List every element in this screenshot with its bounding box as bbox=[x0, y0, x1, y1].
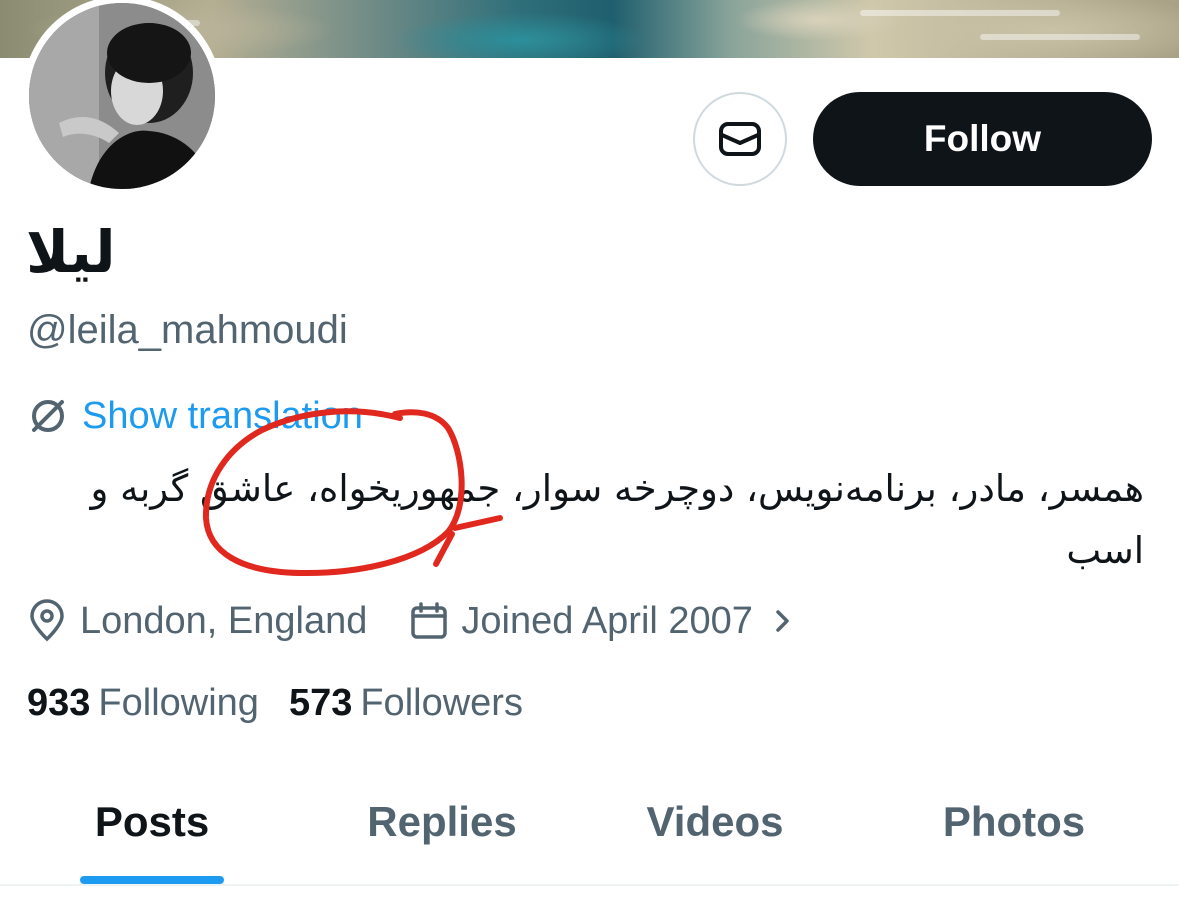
location: London, England bbox=[26, 599, 367, 643]
follow-stats: 933 Following 573 Followers bbox=[27, 682, 523, 725]
translate-icon bbox=[32, 400, 64, 432]
show-translation-label[interactable]: Show translation bbox=[82, 395, 363, 438]
tab-videos[interactable]: Videos bbox=[603, 780, 827, 884]
banner-cloud bbox=[860, 10, 1060, 16]
tabs-divider bbox=[0, 884, 1179, 886]
location-pin-icon bbox=[30, 599, 64, 642]
avatar-portrait bbox=[29, 3, 215, 189]
display-name: ليلا bbox=[26, 218, 116, 286]
avatar-photo bbox=[29, 3, 215, 189]
envelope-icon bbox=[719, 122, 761, 156]
tab-posts[interactable]: Posts bbox=[40, 780, 264, 884]
tab-replies[interactable]: Replies bbox=[330, 780, 554, 884]
followers-label: Followers bbox=[360, 682, 523, 724]
message-button[interactable] bbox=[693, 92, 787, 186]
show-translation-link[interactable]: Show translation bbox=[26, 394, 363, 438]
avatar[interactable] bbox=[22, 0, 222, 196]
following-count: 933 bbox=[27, 682, 91, 724]
following-link[interactable]: 933 Following bbox=[27, 682, 259, 725]
profile-bio: همسر، مادر، برنامه‌نویس، دوچرخه سوار، جم… bbox=[90, 467, 1145, 572]
user-handle[interactable]: @leila_mahmoudi bbox=[27, 308, 348, 353]
profile-meta: London, England Joined April 2007 bbox=[26, 596, 795, 646]
joined-text: Joined April 2007 bbox=[461, 599, 753, 642]
joined-date: Joined April 2007 bbox=[409, 600, 795, 643]
followers-count: 573 bbox=[288, 682, 353, 724]
followers-link[interactable]: 573 Followers bbox=[289, 682, 523, 725]
profile-tabs: Posts Replies Videos Photos bbox=[0, 780, 1179, 884]
tab-photos[interactable]: Photos bbox=[902, 780, 1126, 884]
following-label: Following bbox=[98, 682, 259, 724]
follow-button[interactable]: Follow bbox=[813, 92, 1152, 186]
location-text: London, England bbox=[80, 599, 368, 642]
chevron-right-icon[interactable] bbox=[771, 606, 795, 636]
calendar-icon bbox=[411, 602, 448, 639]
banner-cloud bbox=[980, 34, 1140, 40]
active-tab-indicator bbox=[80, 876, 224, 884]
